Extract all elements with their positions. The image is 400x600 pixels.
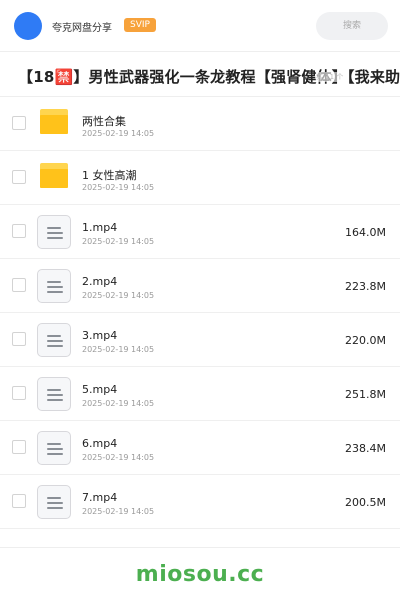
- select-checkbox[interactable]: [12, 116, 26, 130]
- folder-icon: [40, 163, 68, 188]
- avatar[interactable]: [14, 12, 42, 40]
- watermark: miosou.cc: [135, 562, 265, 587]
- search-button[interactable]: 搜索: [316, 12, 388, 40]
- list-item[interactable]: 1.mp4 2025-02-19 14:05 164.0M: [0, 205, 400, 259]
- file-size: 238.4M: [345, 442, 386, 455]
- file-icon: [37, 323, 71, 357]
- file-count: 共 11 个: [316, 72, 344, 82]
- file-date: 2025-02-19 14:05: [82, 237, 155, 246]
- share-title-row: 【18🈲】男性武器强化一条龙教程【强肾健体】【我来助你 共 11 个: [0, 52, 400, 98]
- app-name: 夸克网盘分享: [52, 23, 112, 34]
- file-name: 5.mp4: [82, 383, 118, 396]
- file-icon: [37, 377, 71, 411]
- file-date: 2025-02-19 14:05: [82, 291, 155, 300]
- select-checkbox[interactable]: [12, 224, 26, 238]
- file-icon: [37, 431, 71, 465]
- file-size: 251.8M: [345, 388, 386, 401]
- file-size: 220.0M: [345, 334, 386, 347]
- footer-divider: [0, 547, 400, 548]
- select-checkbox[interactable]: [12, 386, 26, 400]
- file-date: 2025-02-19 14:05: [82, 453, 155, 462]
- file-icon: [37, 269, 71, 303]
- file-name: 两性合集: [82, 115, 126, 128]
- file-icon: [37, 215, 71, 249]
- file-name: 1.mp4: [82, 221, 118, 234]
- file-name: 3.mp4: [82, 329, 118, 342]
- folder-icon: [40, 109, 68, 134]
- list-item[interactable]: 3.mp4 2025-02-19 14:05 220.0M: [0, 313, 400, 367]
- app-header: 夸克网盘分享 SVIP 搜索: [0, 0, 400, 52]
- list-item[interactable]: 6.mp4 2025-02-19 14:05 238.4M: [0, 421, 400, 475]
- file-list: 两性合集 2025-02-19 14:05 1 女性高潮 2025-02-19 14:…: [0, 97, 400, 529]
- svip-badge: SVIP: [124, 18, 156, 32]
- select-checkbox[interactable]: [12, 440, 26, 454]
- list-item[interactable]: 两性合集 2025-02-19 14:05: [0, 97, 400, 151]
- list-item[interactable]: 5.mp4 2025-02-19 14:05 251.8M: [0, 367, 400, 421]
- file-date: 2025-02-19 14:05: [82, 399, 155, 408]
- file-date: 2025-02-19 14:05: [82, 507, 155, 516]
- file-size: 200.5M: [345, 496, 386, 509]
- select-checkbox[interactable]: [12, 494, 26, 508]
- file-name: 2.mp4: [82, 275, 118, 288]
- file-icon: [37, 485, 71, 519]
- file-size: 223.8M: [345, 280, 386, 293]
- list-item[interactable]: 7.mp4 2025-02-19 14:05 200.5M: [0, 475, 400, 529]
- file-date: 2025-02-19 14:05: [82, 129, 155, 138]
- file-size: 164.0M: [345, 226, 386, 239]
- select-checkbox[interactable]: [12, 278, 26, 292]
- file-name: 1 女性高潮: [82, 169, 137, 182]
- list-item[interactable]: 1 女性高潮 2025-02-19 14:05: [0, 151, 400, 205]
- list-item[interactable]: 2.mp4 2025-02-19 14:05 223.8M: [0, 259, 400, 313]
- select-checkbox[interactable]: [12, 332, 26, 346]
- file-date: 2025-02-19 14:05: [82, 345, 155, 354]
- file-date: 2025-02-19 14:05: [82, 183, 155, 192]
- select-checkbox[interactable]: [12, 170, 26, 184]
- file-name: 6.mp4: [82, 437, 118, 450]
- file-name: 7.mp4: [82, 491, 118, 504]
